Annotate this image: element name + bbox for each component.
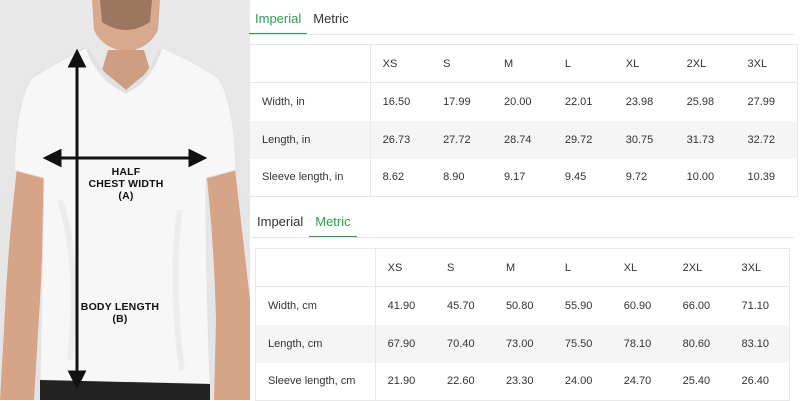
tab-metric[interactable]: Metric: [309, 212, 357, 238]
table-cell: 66.00: [682, 299, 711, 312]
table-cell: 16.50: [382, 95, 411, 108]
table-cell: 22.01: [564, 95, 593, 108]
table-cell: 41.90: [387, 299, 416, 312]
table-row: Sleeve length, cm 21.90 22.60 23.30 24.0…: [255, 362, 790, 401]
table-corner-cell: [249, 44, 371, 83]
table-cell: 28.74: [491, 120, 553, 159]
table-cell: 78.10: [611, 324, 671, 363]
body-length-label: BODY LENGTH (B): [80, 301, 160, 325]
table-corner-cell: [255, 248, 376, 287]
table-cell: 32.72: [735, 120, 798, 159]
imperial-size-table: XS S M L XL 2XL 3XL Width, in 16.50 17.9…: [249, 44, 798, 197]
table-cell: 70.40: [435, 324, 494, 363]
table-cell: 10.00: [686, 171, 715, 184]
table-cell: 25.98: [686, 95, 715, 108]
tabs-divider: [249, 34, 794, 35]
half-chest-width-label: HALF CHEST WIDTH (A): [88, 166, 164, 202]
table-cell: 21.90: [387, 375, 416, 388]
size-header: S: [443, 57, 451, 70]
table-cell: 67.90: [375, 324, 436, 363]
size-header: XS: [387, 261, 403, 274]
size-header: S: [447, 261, 455, 274]
table-cell: 27.99: [747, 95, 776, 108]
unit-tabs-imperial: Imperial Metric: [249, 9, 355, 35]
row-label: Width, in: [249, 82, 371, 121]
table-cell: 10.39: [747, 171, 776, 184]
table-row: Width, cm 41.90 45.70 50.80 55.90 60.90 …: [255, 286, 790, 325]
table-cell: 73.00: [493, 324, 553, 363]
tabs-divider: [251, 237, 794, 238]
table-cell: 9.45: [564, 171, 587, 184]
table-cell: 20.00: [503, 95, 532, 108]
row-label: Width, cm: [255, 286, 376, 325]
table-cell: 29.72: [552, 120, 614, 159]
table-cell: 8.62: [382, 171, 405, 184]
table-header-row: XS S M L XL 2XL 3XL: [249, 44, 798, 83]
tab-imperial[interactable]: Imperial: [251, 212, 309, 236]
metric-size-table: XS S M L XL 2XL 3XL Width, cm 41.90 45.7…: [255, 248, 790, 401]
row-label: Length, in: [249, 120, 371, 159]
tab-imperial[interactable]: Imperial: [249, 9, 308, 35]
table-cell: 24.70: [623, 375, 652, 388]
table-row: Width, in 16.50 17.99 20.00 22.01 23.98 …: [249, 82, 798, 121]
size-header: XL: [623, 261, 638, 274]
row-label: Length, cm: [255, 324, 376, 363]
table-cell: 23.30: [505, 375, 534, 388]
size-header: L: [564, 261, 571, 274]
table-row: Length, cm 67.90 70.40 73.00 75.50 78.10…: [255, 324, 790, 363]
table-cell: 80.60: [670, 324, 730, 363]
size-header: 3XL: [747, 57, 768, 70]
table-cell: 31.73: [674, 120, 736, 159]
size-header: XS: [382, 57, 398, 70]
table-cell: 9.72: [625, 171, 648, 184]
size-header: M: [505, 261, 516, 274]
table-row: Length, in 26.73 27.72 28.74 29.72 30.75…: [249, 120, 798, 159]
table-cell: 50.80: [505, 299, 534, 312]
table-cell: 75.50: [552, 324, 612, 363]
table-header-row: XS S M L XL 2XL 3XL: [255, 248, 790, 287]
table-cell: 55.90: [564, 299, 593, 312]
table-cell: 24.00: [564, 375, 593, 388]
table-cell: 25.40: [682, 375, 711, 388]
unit-tabs-metric: Imperial Metric: [251, 212, 357, 238]
table-cell: 26.40: [741, 375, 770, 388]
row-label: Sleeve length, cm: [255, 362, 376, 401]
size-header: 2XL: [682, 261, 703, 274]
table-row: Sleeve length, in 8.62 8.90 9.17 9.45 9.…: [249, 158, 798, 197]
table-cell: 60.90: [623, 299, 652, 312]
model-photo: HALF CHEST WIDTH (A) BODY LENGTH (B): [0, 0, 250, 400]
table-cell: 9.17: [503, 171, 526, 184]
row-label: Sleeve length, in: [249, 158, 371, 197]
size-header: M: [503, 57, 514, 70]
tab-metric[interactable]: Metric: [307, 9, 354, 33]
table-cell: 17.99: [443, 95, 471, 108]
size-header: XL: [625, 57, 640, 70]
size-header: L: [564, 57, 571, 70]
table-cell: 83.10: [729, 324, 790, 363]
table-cell: 22.60: [447, 375, 475, 388]
table-cell: 23.98: [625, 95, 654, 108]
table-cell: 8.90: [443, 171, 465, 184]
size-header: 3XL: [741, 261, 762, 274]
table-cell: 71.10: [741, 299, 770, 312]
table-cell: 45.70: [447, 299, 475, 312]
size-header: 2XL: [686, 57, 707, 70]
table-cell: 30.75: [613, 120, 675, 159]
table-cell: 26.73: [370, 120, 432, 159]
table-cell: 27.72: [431, 120, 492, 159]
